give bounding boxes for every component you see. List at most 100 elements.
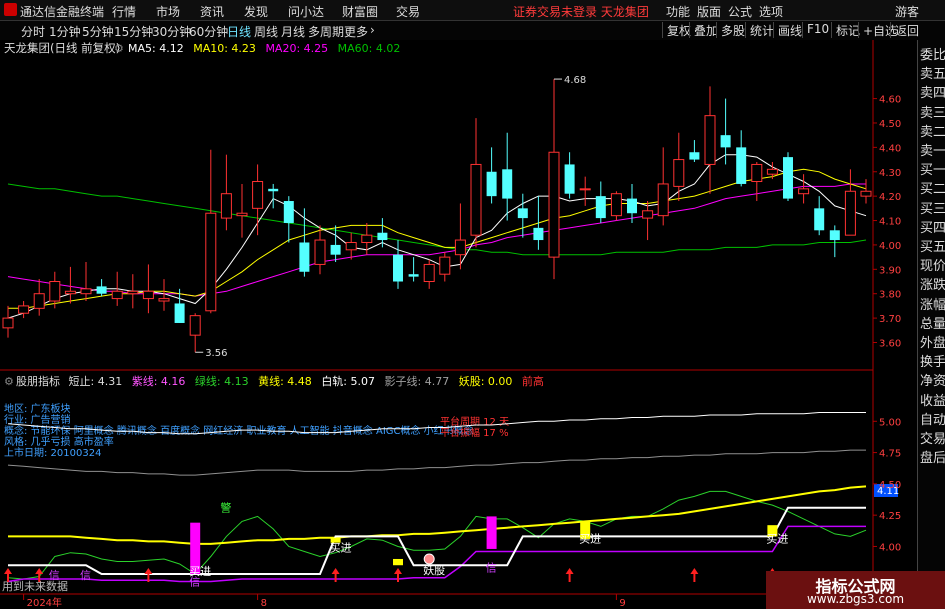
- info-list-date: 上市日期: 20100324: [4, 446, 101, 459]
- candle-body-33: [517, 208, 528, 219]
- sidebar-item-14[interactable]: 总量: [920, 313, 945, 332]
- sidebar-item-1[interactable]: 卖五: [920, 63, 945, 82]
- menu-formula[interactable]: 公式: [728, 3, 752, 20]
- candle-body-51: [798, 188, 810, 195]
- candle-body-23: [361, 234, 373, 243]
- menu-layout[interactable]: 版面: [697, 3, 721, 20]
- candle-body-44: [689, 152, 700, 160]
- sidebar-item-3[interactable]: 卖三: [920, 102, 945, 121]
- candle-body-16: [252, 181, 264, 209]
- app-name: 通达信金融终端: [20, 5, 105, 19]
- candle-body-30: [470, 163, 482, 236]
- tab-5min[interactable]: 5分钟: [82, 23, 114, 40]
- candle-body-48: [751, 163, 763, 183]
- sidebar-item-15[interactable]: 外盘: [920, 332, 945, 351]
- guest-label[interactable]: 游客: [895, 3, 919, 20]
- sidebar-item-10[interactable]: 买五: [920, 236, 945, 255]
- sidebar-item-7[interactable]: 买二: [920, 178, 945, 197]
- sidebar-item-9[interactable]: 买四: [920, 217, 945, 236]
- menu-ask[interactable]: 问小达: [288, 3, 324, 20]
- candle-body-1: [18, 305, 30, 314]
- candle-body-19: [299, 242, 310, 272]
- signal-bar-magenta-1: [486, 516, 497, 549]
- info-region: 地区: 广东板块: [4, 402, 71, 415]
- candle-body-35: [548, 151, 560, 258]
- signal-label-8: 买进: [766, 533, 788, 546]
- sidebar-item-6[interactable]: 买一: [920, 159, 945, 178]
- menu-function[interactable]: 功能: [666, 3, 690, 20]
- sidebar-item-17[interactable]: 净资: [920, 370, 945, 389]
- signal-label-9: 警: [220, 500, 231, 514]
- candle-body-55: [860, 190, 872, 197]
- tab-more[interactable]: 更多: [344, 23, 368, 40]
- sidebar-item-21[interactable]: 盘后: [920, 447, 945, 466]
- stock-chart[interactable]: 天龙集团(日线 前复权) ⚙ MA5: 4.12 MA10: 4.23 MA20…: [0, 40, 917, 609]
- candle-body-13: [205, 212, 217, 312]
- sidebar-item-18[interactable]: 收益: [920, 390, 945, 409]
- ma20-value: MA20: 4.25: [265, 42, 328, 55]
- sidebar-item-12[interactable]: 涨跌: [920, 274, 945, 293]
- tab-15min[interactable]: 15分钟: [114, 23, 153, 40]
- sidebar-item-0[interactable]: 委比: [920, 44, 945, 63]
- tab-monthly[interactable]: 月线: [281, 23, 305, 40]
- menu-wealth[interactable]: 财富圈: [342, 3, 378, 20]
- sidebar-item-20[interactable]: 交易: [920, 428, 945, 447]
- tab-1min[interactable]: 1分钟: [49, 23, 81, 40]
- sidebar-item-4[interactable]: 卖二: [920, 121, 945, 140]
- sidebar-item-2[interactable]: 卖四: [920, 82, 945, 101]
- sidebar-item-13[interactable]: 涨幅: [920, 294, 945, 313]
- ind-val-7: 前高: [522, 374, 544, 388]
- sidebar-item-19[interactable]: 自动: [920, 409, 945, 428]
- signal-label-3: 信: [189, 575, 200, 588]
- tab-daily[interactable]: 日线: [227, 23, 251, 40]
- candle-body-47: [736, 147, 747, 184]
- tab-30min[interactable]: 30分钟: [152, 23, 191, 40]
- price-tick-label-2: 3.80: [879, 290, 901, 301]
- candle-body-7: [111, 290, 123, 300]
- price-tick-label-9: 4.50: [879, 119, 901, 130]
- menu-options[interactable]: 选项: [759, 3, 783, 20]
- ma60-value: MA60: 4.02: [338, 42, 401, 55]
- date-label-0: 2024年: [27, 596, 62, 609]
- back-button[interactable]: 返回: [890, 22, 923, 38]
- ind-tick-label-1: 4.00: [879, 542, 901, 553]
- candle-body-8: [127, 290, 139, 295]
- settings-gear-icon[interactable]: ⚙: [114, 42, 124, 55]
- ind-val-4: 白轨: 5.07: [321, 374, 375, 388]
- candle-body-31: [486, 171, 497, 197]
- indicator-gear-icon[interactable]: ⚙: [4, 375, 14, 388]
- tab-weekly[interactable]: 周线: [254, 23, 278, 40]
- price-tick-label-10: 4.60: [879, 95, 901, 106]
- candle-body-38: [595, 196, 606, 219]
- more-chevron-icon[interactable]: ›: [370, 23, 375, 37]
- candle-body-24: [377, 232, 388, 241]
- menu-trade[interactable]: 交易: [396, 3, 420, 20]
- candle-body-40: [627, 198, 637, 214]
- sidebar-item-16[interactable]: 换手: [920, 351, 945, 370]
- tab-multi-period[interactable]: 多周期: [308, 23, 344, 40]
- ind-val-2: 绿线: 4.13: [195, 374, 249, 388]
- ind-val-0: 短止: 4.31: [69, 374, 123, 388]
- f10-button[interactable]: F10: [802, 22, 833, 38]
- menu-market[interactable]: 市场: [156, 3, 180, 20]
- candle-body-53: [829, 230, 840, 241]
- sidebar-item-8[interactable]: 买三: [920, 198, 945, 217]
- candle-body-28: [439, 256, 451, 275]
- sidebar-item-11[interactable]: 现价: [920, 255, 945, 274]
- price-tick-label-6: 4.20: [879, 192, 901, 203]
- menu-discover[interactable]: 发现: [244, 3, 268, 20]
- candle-body-3: [49, 281, 61, 302]
- ind-tick-label-4: 4.75: [879, 449, 901, 460]
- menu-news[interactable]: 资讯: [200, 3, 224, 20]
- menu-quotes[interactable]: 行情: [112, 3, 136, 20]
- login-warning[interactable]: 证券交易未登录 天龙集团: [513, 3, 649, 20]
- candle-body-49: [766, 168, 778, 175]
- tab-60min[interactable]: 60分钟: [189, 23, 228, 40]
- demon-stock-marker: [423, 553, 435, 565]
- sidebar-item-5[interactable]: 卖一: [920, 140, 945, 159]
- candle-body-45: [704, 115, 716, 165]
- candle-body-17: [268, 188, 279, 192]
- candle-body-6: [96, 286, 107, 294]
- ind-val-1: 紫线: 4.16: [132, 374, 186, 388]
- tab-timeshare[interactable]: 分时: [21, 23, 45, 40]
